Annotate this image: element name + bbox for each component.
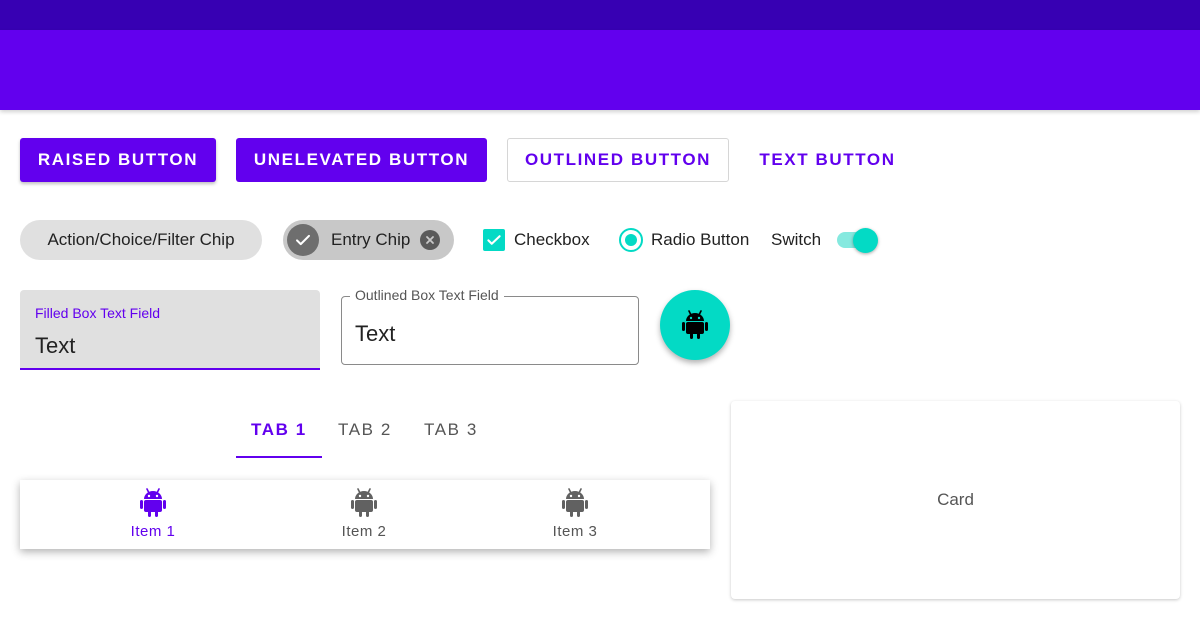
bottom-nav-label: Item 3 [552,523,598,540]
tab-2[interactable]: TAB 2 [338,420,392,440]
outlined-field-label: Outlined Box Text Field [350,287,504,303]
checkbox[interactable]: Checkbox [483,228,590,252]
switch-thumb[interactable] [853,228,878,253]
app-bar [0,30,1200,110]
radio-label: Radio Button [651,230,750,249]
android-icon [140,488,166,517]
bottom-nav-item-3[interactable]: Item 3 [525,480,625,549]
raised-button[interactable]: RAISED BUTTON [20,138,216,182]
outlined-field-value[interactable]: Text [355,321,395,347]
status-bar [0,0,1200,30]
switch-label: Switch [771,230,822,249]
tab-indicator [236,456,322,458]
bottom-nav-label: Item 2 [341,523,387,540]
check-icon [287,224,319,256]
checkbox-checked-icon[interactable] [483,229,505,251]
text-button[interactable]: TEXT BUTTON [745,138,910,182]
close-icon[interactable] [420,230,441,250]
bottom-nav-label: Item 1 [130,523,176,540]
outlined-text-field[interactable]: Outlined Box Text Field Text [341,287,639,365]
card-label: Card [937,490,974,509]
unelevated-button[interactable]: UNELEVATED BUTTON [236,138,487,182]
bottom-nav-item-1[interactable]: Item 1 [103,480,203,549]
filled-field-value[interactable]: Text [35,333,75,359]
filled-text-field[interactable]: Filled Box Text Field Text [20,290,320,370]
outlined-button[interactable]: OUTLINED BUTTON [507,138,729,182]
card[interactable]: Card [731,401,1180,599]
bottom-navigation: Item 1 Item 2 Item 3 [20,480,710,549]
radio-dot [625,234,637,246]
bottom-nav-item-2[interactable]: Item 2 [314,480,414,549]
radio-button[interactable]: Radio Button [619,228,749,252]
tab-1[interactable]: TAB 1 [251,420,307,440]
android-icon [562,488,588,517]
floating-action-button[interactable] [660,290,730,360]
filled-field-label: Filled Box Text Field [35,305,161,321]
android-icon [682,310,708,339]
tab-3[interactable]: TAB 3 [424,420,478,440]
entry-chip[interactable]: Entry Chip [283,220,454,260]
chip-label: Entry Chip [331,230,411,249]
action-choice-filter-chip[interactable]: Action/Choice/Filter Chip [20,220,262,260]
checkbox-label: Checkbox [514,230,590,249]
radio-selected-icon[interactable] [619,228,643,252]
chip-label: Action/Choice/Filter Chip [47,230,235,249]
android-icon [351,488,377,517]
